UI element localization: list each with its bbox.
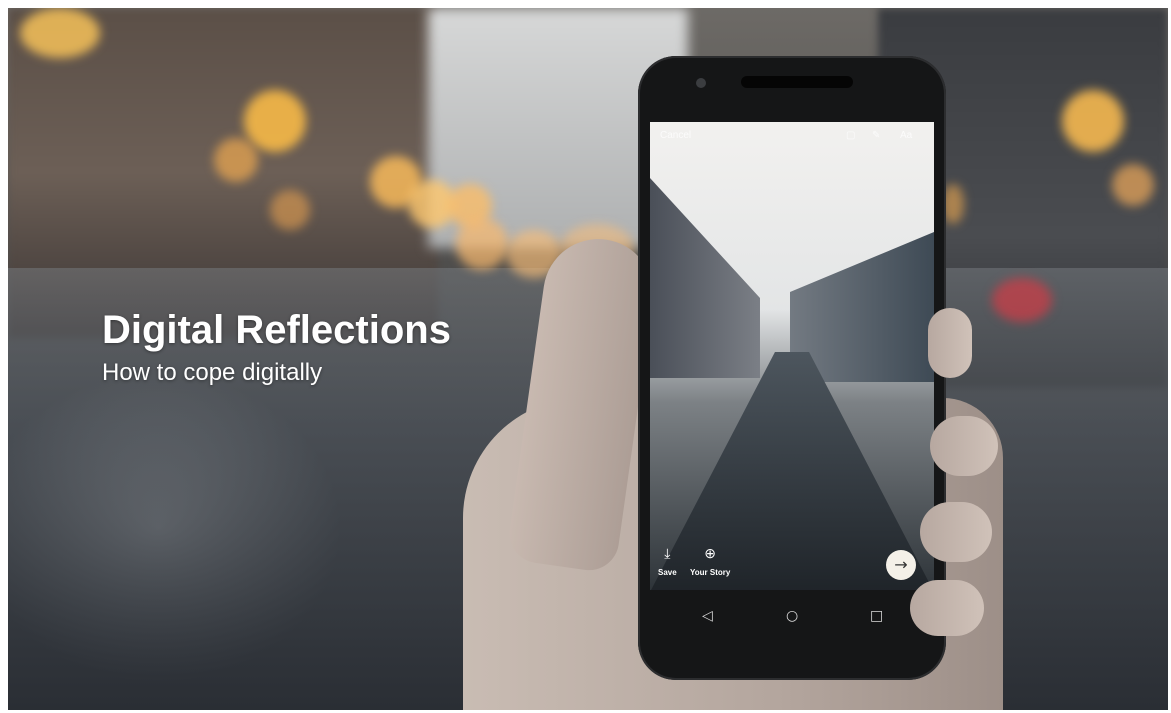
bokeh-light bbox=[214, 138, 258, 182]
hero-subtitle: How to cope digitally bbox=[102, 359, 323, 386]
bokeh-light bbox=[1112, 164, 1154, 206]
finger bbox=[920, 502, 992, 562]
smartphone: Cancel ▢ ✎ Aa ⤓ Save ⊕ Your Story → ◁ ○ … bbox=[638, 56, 946, 680]
finger bbox=[930, 416, 998, 476]
android-nav-bar: ◁ ○ □ bbox=[650, 590, 934, 650]
bokeh-light bbox=[244, 90, 306, 152]
bokeh-light bbox=[1062, 90, 1124, 152]
bokeh-light bbox=[20, 8, 100, 58]
phone-screen: Cancel ▢ ✎ Aa ⤓ Save ⊕ Your Story → bbox=[650, 122, 934, 590]
screen-building-left bbox=[650, 178, 760, 378]
cancel-link[interactable]: Cancel bbox=[660, 130, 691, 141]
your-story-button[interactable]: ⊕ Your Story bbox=[690, 545, 730, 580]
download-icon: ⤓ bbox=[664, 545, 671, 561]
back-icon[interactable]: ◁ bbox=[702, 608, 713, 624]
bokeh-light bbox=[456, 218, 508, 270]
your-story-label: Your Story bbox=[690, 568, 731, 577]
save-button[interactable]: ⤓ Save bbox=[658, 545, 677, 580]
text-icon[interactable]: Aa bbox=[900, 130, 912, 141]
bokeh-light bbox=[992, 278, 1052, 322]
bokeh-light bbox=[270, 190, 310, 230]
phone-speaker bbox=[741, 76, 853, 88]
finger bbox=[910, 580, 984, 636]
home-icon[interactable]: ○ bbox=[786, 608, 798, 624]
send-button[interactable]: → bbox=[886, 550, 916, 580]
add-story-icon: ⊕ bbox=[704, 545, 717, 561]
hero-banner: Digital Reflections How to cope digitall… bbox=[8, 8, 1168, 710]
front-camera bbox=[696, 78, 706, 88]
hero-title-block: Digital Reflections How to cope digitall… bbox=[102, 308, 451, 387]
finger bbox=[928, 308, 972, 378]
sticker-icon[interactable]: ▢ bbox=[846, 130, 855, 141]
save-label: Save bbox=[658, 568, 677, 577]
pencil-icon[interactable]: ✎ bbox=[872, 130, 880, 141]
hero-title: Digital Reflections bbox=[102, 308, 451, 352]
arrow-right-icon: → bbox=[894, 555, 908, 574]
recents-icon[interactable]: □ bbox=[870, 608, 883, 624]
